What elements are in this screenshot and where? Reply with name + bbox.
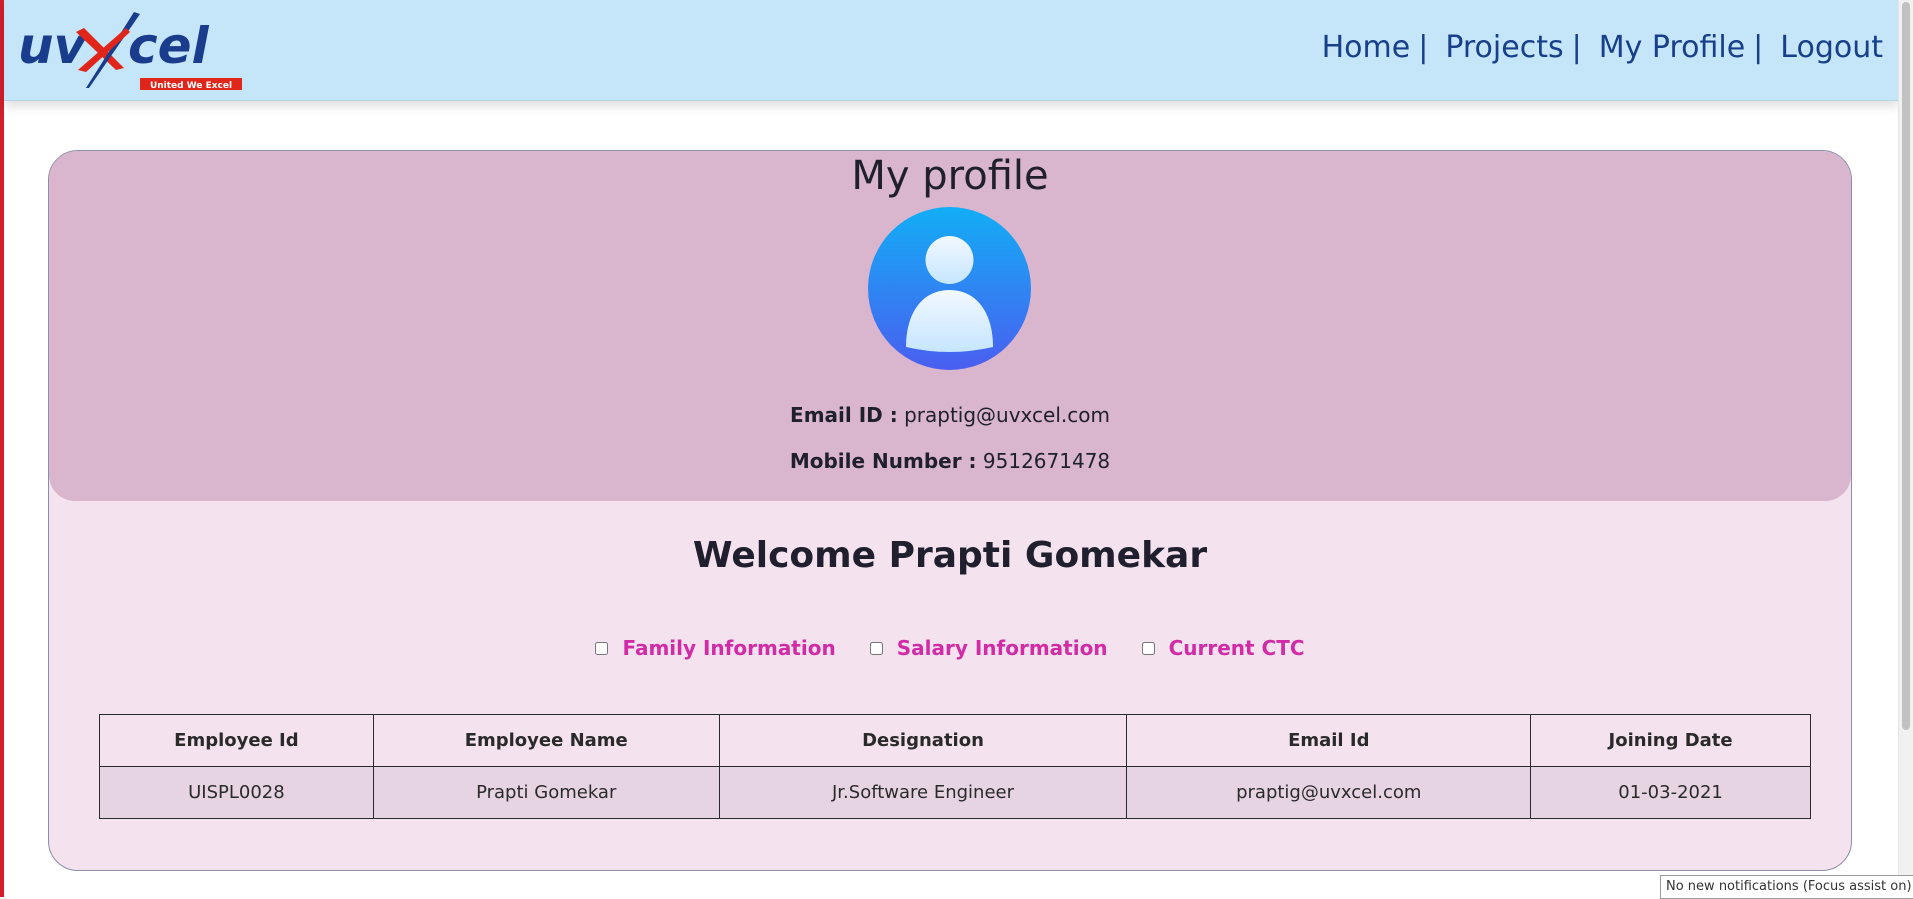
employee-table-wrapper: Employee Id Employee Name Designation Em… [99,714,1811,819]
nav-home-link[interactable]: Home [1322,30,1411,65]
table-header-row: Employee Id Employee Name Designation Em… [99,714,1811,767]
logo-tagline: United We Excel [150,81,232,90]
nav-separator: | [1753,30,1764,65]
current-ctc-option[interactable]: Current CTC [1141,636,1305,660]
mobile-info: Mobile Number : 9512671478 [49,449,1851,473]
logo-text-right: cel [128,17,210,75]
column-header-joining-date: Joining Date [1530,714,1811,767]
logo-text-left: uv [18,17,88,75]
vertical-scrollbar[interactable] [1898,0,1913,897]
salary-information-label: Salary Information [896,636,1108,660]
profile-header-panel: My profile Email ID: praptig@uvxcel.com… [49,151,1851,501]
welcome-heading: Welcome Prapti Gomekar [692,535,1208,576]
email-value: praptig@uvxcel.com [904,403,1110,427]
main-nav: Home | Projects | My Profile | Logout [1322,30,1883,65]
column-header-designation: Designation [718,714,1128,767]
email-label: Email ID : [790,403,898,427]
mobile-value: 9512671478 [982,449,1111,473]
column-header-email-id: Email Id [1126,714,1532,767]
top-header: uv cel United We Excel Home | Projects |… [4,0,1899,101]
column-header-employee-name: Employee Name [372,714,720,767]
page-title: My profile [851,153,1049,199]
cell-employee-name: Prapti Gomekar [372,766,720,819]
info-checkbox-group: Family Information Salary Information Cu… [49,636,1851,660]
nav-projects-link[interactable]: Projects [1445,30,1563,65]
cell-email-id: praptig@uvxcel.com [1126,766,1532,819]
uvxcel-logo[interactable]: uv cel United We Excel [16,8,252,90]
email-info: Email ID : praptig@uvxcel.com [49,403,1851,427]
family-information-label: Family Information [622,636,836,660]
table-row: UISPL0028 Prapti Gomekar Jr.Software Eng… [99,766,1811,819]
current-ctc-checkbox[interactable] [1141,641,1155,655]
column-header-employee-id: Employee Id [99,714,374,767]
nav-my-profile-link[interactable]: My Profile [1599,30,1745,65]
salary-information-checkbox[interactable] [869,641,883,655]
employee-table: Employee Id Employee Name Designation Em… [99,714,1811,819]
family-information-checkbox[interactable] [595,641,609,655]
nav-separator: | [1571,30,1582,65]
mobile-label: Mobile Number : [789,449,977,473]
cell-employee-id: UISPL0028 [99,766,374,819]
cell-joining-date: 01-03-2021 [1530,766,1811,819]
current-ctc-label: Current CTC [1168,636,1305,660]
nav-separator: | [1418,30,1429,65]
scrollbar-thumb[interactable] [1902,2,1910,730]
notification-tooltip: No new notifications (Focus assist on) [1660,875,1913,899]
window-left-edge [0,0,4,897]
nav-logout-link[interactable]: Logout [1780,30,1883,65]
family-information-option[interactable]: Family Information [595,636,836,660]
salary-information-option[interactable]: Salary Information [869,636,1108,660]
cell-designation: Jr.Software Engineer [718,766,1128,819]
user-avatar-icon [868,207,1031,370]
profile-card: My profile Email ID: praptig@uvxcel.com… [48,150,1852,871]
